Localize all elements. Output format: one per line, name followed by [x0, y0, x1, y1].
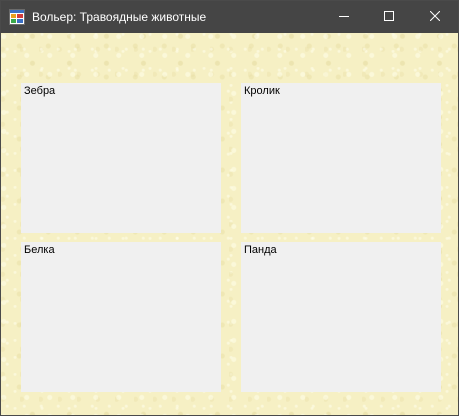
window-title: Вольер: Травоядные животные: [32, 10, 207, 24]
panel-squirrel[interactable]: Белка: [21, 242, 221, 392]
panel-zebra-label: Зебра: [24, 85, 56, 97]
enclosure-area: Зебра Кролик Белка Панда: [1, 33, 458, 415]
app-form-icon[interactable]: [9, 9, 25, 25]
minimize-icon: [338, 8, 349, 26]
panel-panda[interactable]: Панда: [241, 242, 441, 392]
panel-rabbit[interactable]: Кролик: [241, 83, 441, 233]
panel-zebra[interactable]: Зебра: [21, 83, 221, 233]
app-window: Вольер: Травоядные животные Зебра Кролик…: [0, 0, 459, 416]
close-icon: [429, 8, 440, 26]
maximize-button[interactable]: [366, 1, 411, 33]
panel-squirrel-label: Белка: [24, 244, 55, 256]
panel-rabbit-label: Кролик: [244, 85, 280, 97]
panel-panda-label: Панда: [244, 244, 277, 256]
maximize-icon: [383, 8, 394, 26]
close-button[interactable]: [412, 1, 457, 33]
title-bar[interactable]: Вольер: Травоядные животные: [1, 1, 458, 33]
minimize-button[interactable]: [321, 1, 366, 33]
